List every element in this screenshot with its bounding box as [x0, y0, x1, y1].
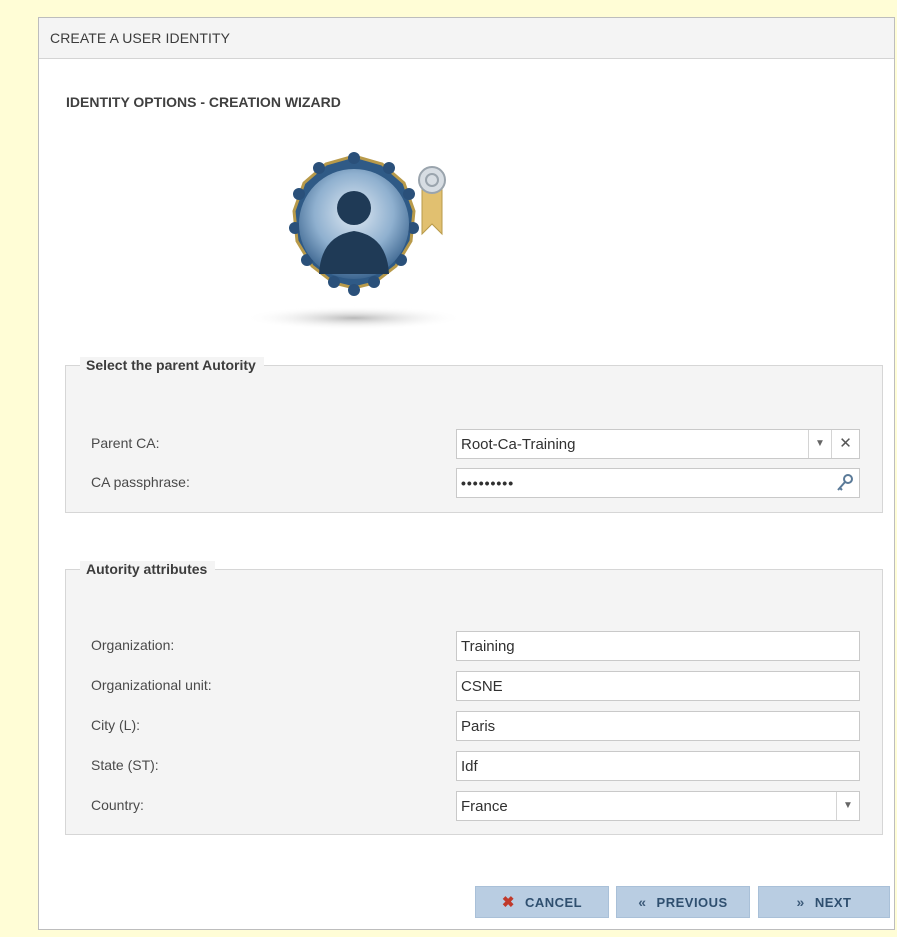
city-field[interactable]: Paris	[456, 711, 860, 741]
user-certificate-icon	[244, 152, 464, 330]
organization-field[interactable]: Training	[456, 631, 860, 661]
parent-ca-value: Root-Ca-Training	[461, 436, 576, 453]
country-value: France	[461, 798, 508, 815]
ca-passphrase-value: •••••••••	[461, 475, 515, 491]
cancel-button-label: CANCEL	[524, 894, 583, 910]
organization-row: Organization: Training	[91, 631, 860, 661]
cancel-button[interactable]: ✖ CANCEL	[475, 886, 609, 918]
parent-ca-row: Parent CA: Root-Ca-Training ▼ ✕	[91, 429, 860, 459]
country-select[interactable]: France ▼	[456, 791, 860, 821]
chevron-down-icon[interactable]: ▼	[836, 792, 859, 820]
previous-button-label: PREVIOUS	[656, 894, 728, 910]
key-icon[interactable]	[835, 473, 855, 493]
parent-ca-select[interactable]: Root-Ca-Training ▼ ✕	[456, 429, 860, 459]
authority-attributes-legend: Autority attributes	[80, 561, 216, 577]
country-row: Country: France ▼	[91, 791, 860, 821]
ca-passphrase-row: CA passphrase: •••••••••	[91, 468, 860, 498]
ca-passphrase-label: CA passphrase:	[91, 474, 190, 490]
state-field[interactable]: Idf	[456, 751, 860, 781]
organizational-unit-row: Organizational unit: CSNE	[91, 671, 860, 701]
chevron-down-icon[interactable]: ▼	[808, 430, 831, 458]
create-user-identity-window: CREATE A USER IDENTITY IDENTITY OPTIONS …	[38, 17, 895, 930]
organization-label: Organization:	[91, 637, 175, 653]
parent-authority-legend: Select the parent Autority	[80, 357, 264, 373]
close-icon: ✖	[501, 894, 515, 911]
parent-ca-label: Parent CA:	[91, 435, 160, 451]
parent-authority-section: Select the parent Autority Parent CA: Ro…	[65, 357, 883, 513]
city-row: City (L): Paris	[91, 711, 860, 741]
ca-passphrase-input[interactable]: •••••••••	[456, 468, 860, 498]
next-button-label: NEXT	[814, 894, 852, 910]
previous-button[interactable]: « PREVIOUS	[616, 886, 750, 918]
double-chevron-right-icon: »	[796, 894, 805, 910]
state-row: State (ST): Idf	[91, 751, 860, 781]
next-button[interactable]: » NEXT	[758, 886, 890, 918]
wizard-heading: IDENTITY OPTIONS - CREATION WIZARD	[66, 94, 341, 110]
authority-attributes-section: Autority attributes Organization: Traini…	[65, 561, 883, 835]
city-label: City (L):	[91, 717, 140, 733]
double-chevron-left-icon: «	[638, 894, 647, 910]
country-label: Country:	[91, 797, 144, 813]
organizational-unit-label: Organizational unit:	[91, 677, 212, 693]
close-icon[interactable]: ✕	[831, 430, 859, 458]
organizational-unit-field[interactable]: CSNE	[456, 671, 860, 701]
state-label: State (ST):	[91, 757, 159, 773]
window-title: CREATE A USER IDENTITY	[39, 18, 894, 59]
